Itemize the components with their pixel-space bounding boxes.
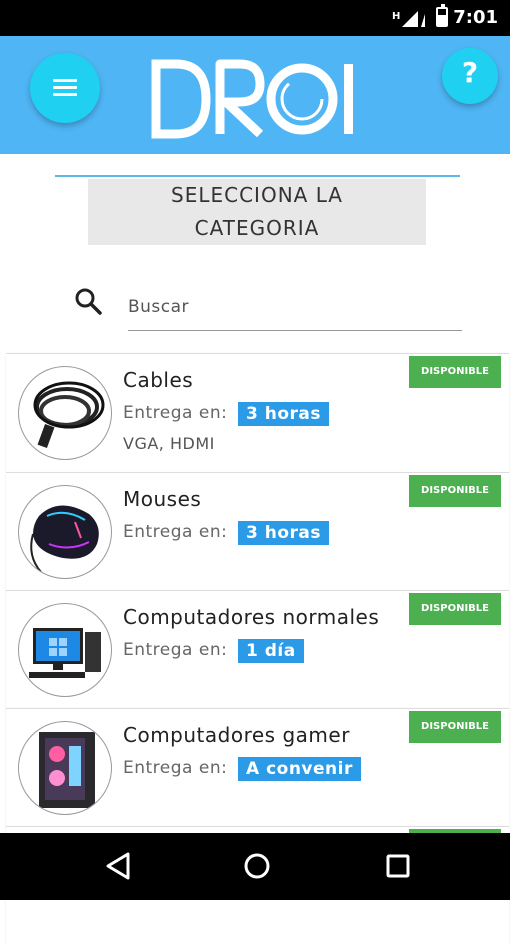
- status-badge: DISPONIBLE: [409, 711, 501, 743]
- list-item[interactable]: Computadores gamer Entrega en: A conveni…: [6, 708, 509, 827]
- search-icon: [75, 288, 102, 315]
- delivery-time-chip: 1 día: [238, 639, 304, 663]
- hamburger-icon: [53, 79, 77, 82]
- home-icon[interactable]: [242, 851, 272, 881]
- delivery-label: Entrega en:: [123, 758, 228, 778]
- item-title: Cables: [123, 368, 194, 392]
- status-badge: DISPONIBLE: [409, 356, 501, 388]
- status-badge: DISPONIBLE: [409, 593, 501, 625]
- navigation-bar: [0, 833, 510, 900]
- delivery-time-chip: A convenir: [238, 757, 361, 781]
- recents-icon[interactable]: [384, 851, 412, 881]
- item-title: Computadores normales: [123, 605, 380, 629]
- menu-button[interactable]: [30, 53, 100, 123]
- computer-image: [29, 628, 101, 678]
- heading-divider: [55, 175, 460, 177]
- battery-icon: [436, 4, 448, 27]
- svg-text:H: H: [392, 11, 400, 22]
- item-image: [18, 485, 112, 579]
- item-image: [18, 721, 112, 815]
- status-badge: DISPONIBLE: [409, 475, 501, 507]
- status-bar: H 7:01: [0, 0, 510, 36]
- list-item[interactable]: Cables Entrega en: 3 horas VGA, HDMI DIS…: [6, 353, 509, 472]
- status-time: 7:01: [453, 7, 498, 28]
- category-heading: SELECCIONA LA CATEGORIA: [88, 179, 426, 245]
- back-icon[interactable]: [104, 851, 132, 881]
- list-item[interactable]: Computadores normales Entrega en: 1 día …: [6, 590, 509, 709]
- item-subtitle: VGA, HDMI: [123, 434, 215, 453]
- gaming-pc-image: [39, 732, 95, 808]
- help-button[interactable]: ?: [442, 48, 498, 104]
- droi-logo: [151, 59, 353, 139]
- question-icon: ?: [461, 56, 479, 89]
- search-input[interactable]: [128, 284, 462, 331]
- item-image: [18, 366, 112, 460]
- signal-icon: H: [392, 11, 425, 27]
- delivery-label: Entrega en:: [123, 640, 228, 660]
- delivery-label: Entrega en:: [123, 403, 228, 423]
- delivery-time-chip: 3 horas: [238, 521, 330, 545]
- delivery-time-chip: 3 horas: [238, 402, 330, 426]
- item-title: Mouses: [123, 487, 202, 511]
- list-item[interactable]: Mouses Entrega en: 3 horas DISPONIBLE: [6, 472, 509, 591]
- mouse-image: [30, 505, 99, 573]
- delivery-label: Entrega en:: [123, 522, 228, 542]
- item-image: [18, 603, 112, 697]
- item-title: Computadores gamer: [123, 723, 350, 747]
- cable-image: [33, 381, 105, 449]
